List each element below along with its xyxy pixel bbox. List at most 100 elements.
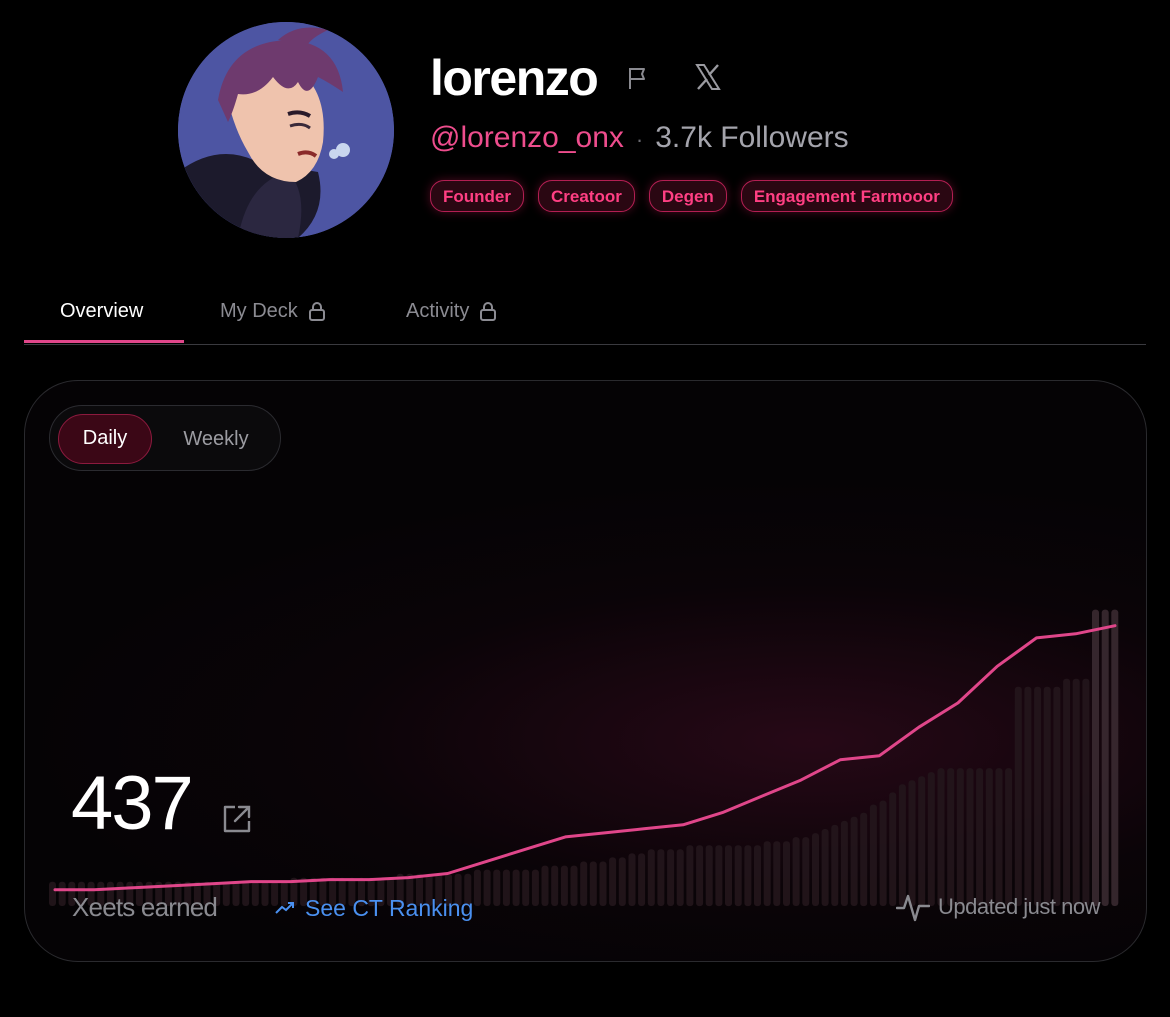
active-tab-underline	[24, 340, 184, 343]
chart-bar	[58, 881, 66, 906]
chart-bar	[638, 853, 646, 906]
chart-bar	[657, 849, 665, 906]
chart-bar	[927, 772, 935, 906]
followers-count: 3.7k Followers	[655, 121, 849, 154]
chart-bar	[840, 820, 848, 906]
chart-bar	[1092, 609, 1099, 906]
chart-bar	[802, 837, 810, 906]
tag-founder: Founder	[430, 180, 524, 212]
chart-bar	[473, 869, 481, 906]
separator-dot: ·	[635, 127, 644, 152]
tag-degen: Degen	[648, 180, 727, 212]
chart-bar	[1053, 686, 1061, 906]
flag-icon[interactable]	[624, 64, 652, 92]
chart-bar	[647, 849, 655, 906]
chart-bar	[792, 837, 800, 906]
xeets-earned-label: Xeets earned	[72, 892, 218, 922]
chart-bar	[947, 768, 955, 906]
trending-up-icon	[275, 902, 294, 914]
tag-creatoor: Creatoor	[538, 180, 635, 212]
chart-bar	[831, 824, 839, 906]
chart-bar	[667, 849, 675, 906]
chart-bar	[937, 768, 945, 906]
chart-bar	[502, 869, 510, 906]
profile-handle[interactable]: @lorenzo_onx	[430, 121, 624, 154]
tab-overview[interactable]: Overview	[60, 278, 143, 344]
chart-bar	[850, 816, 858, 906]
chart-bar	[1014, 686, 1022, 906]
profile-tags: Founder Creatoor Degen Engagement Farmoo…	[430, 180, 953, 212]
chart-bar	[821, 829, 829, 906]
chart-bar	[725, 845, 732, 907]
chart-bar	[696, 845, 704, 907]
xeets-value: 437	[71, 761, 194, 846]
chart-bar	[869, 804, 877, 906]
chart-bar	[628, 853, 636, 906]
chart-bar	[1034, 686, 1042, 906]
lock-icon	[308, 302, 325, 321]
chart-bar	[531, 869, 539, 906]
chart-bar	[1072, 678, 1080, 906]
pulse-icon	[896, 894, 930, 922]
chart-bar	[49, 881, 56, 906]
profile-tabs: Overview My Deck Activity	[24, 278, 1146, 345]
chart-bar	[860, 812, 868, 907]
chart-bar	[493, 869, 501, 906]
tab-activity[interactable]: Activity	[406, 278, 497, 344]
chart-bar	[589, 861, 597, 906]
tab-my-deck-label: My Deck	[220, 300, 298, 322]
period-toggle: Daily Weekly	[49, 405, 281, 471]
see-ct-ranking-link[interactable]: See CT Ranking	[275, 891, 473, 925]
tab-activity-label: Activity	[406, 300, 470, 322]
chart-bar	[908, 780, 916, 907]
updated-status-label: Updated just now	[938, 894, 1101, 919]
x-logo-icon[interactable]	[694, 62, 722, 92]
chart-bar	[676, 849, 684, 906]
chart-bar	[551, 865, 559, 906]
chart-bar	[1005, 768, 1013, 906]
chart-bar	[812, 833, 819, 906]
chart-bar	[763, 841, 771, 906]
chart-bar	[995, 768, 1003, 906]
see-ct-ranking-label: See CT Ranking	[305, 895, 474, 921]
chart-bar	[879, 800, 887, 906]
handle-row: @lorenzo_onx · 3.7k Followers	[430, 118, 849, 160]
chart-bar	[242, 881, 250, 906]
chart-bar	[966, 768, 974, 906]
chart-bar	[956, 768, 964, 906]
chart-bar	[1063, 678, 1071, 906]
chart-bar	[734, 845, 742, 907]
chart-bar	[754, 845, 761, 907]
chart-bar	[985, 768, 993, 906]
tag-engagement-farmooor: Engagement Farmooor	[740, 180, 953, 212]
tab-overview-label: Overview	[60, 300, 144, 322]
chart-bar	[1101, 609, 1109, 906]
chart-bar	[744, 845, 752, 907]
avatar	[178, 22, 394, 238]
chart-bar	[609, 857, 617, 906]
external-link-icon[interactable]	[221, 803, 253, 835]
chart-trend-line	[53, 624, 1117, 892]
chart-bar	[483, 869, 491, 906]
updated-status: Updated just now	[896, 889, 1101, 925]
chart-bar	[251, 881, 259, 906]
weekly-toggle-button[interactable]: Weekly	[164, 414, 268, 464]
chart-bar	[918, 776, 926, 906]
chart-bar	[715, 845, 723, 907]
chart-bar	[222, 881, 230, 906]
chart-bar	[570, 865, 578, 906]
lock-icon	[480, 302, 497, 321]
chart-bar	[599, 861, 607, 906]
chart-bar	[1024, 686, 1032, 906]
chart-bar	[580, 861, 588, 906]
chart-bars	[49, 609, 1119, 907]
chart-bar	[618, 857, 626, 906]
tab-my-deck[interactable]: My Deck	[220, 278, 326, 344]
chart-bar	[976, 768, 984, 906]
chart-bar	[898, 784, 906, 906]
chart-bar	[512, 869, 520, 906]
chart-bar	[1111, 609, 1119, 906]
chart-bar	[773, 841, 781, 906]
chart-bar	[261, 881, 269, 906]
daily-toggle-button[interactable]: Daily	[58, 414, 152, 464]
